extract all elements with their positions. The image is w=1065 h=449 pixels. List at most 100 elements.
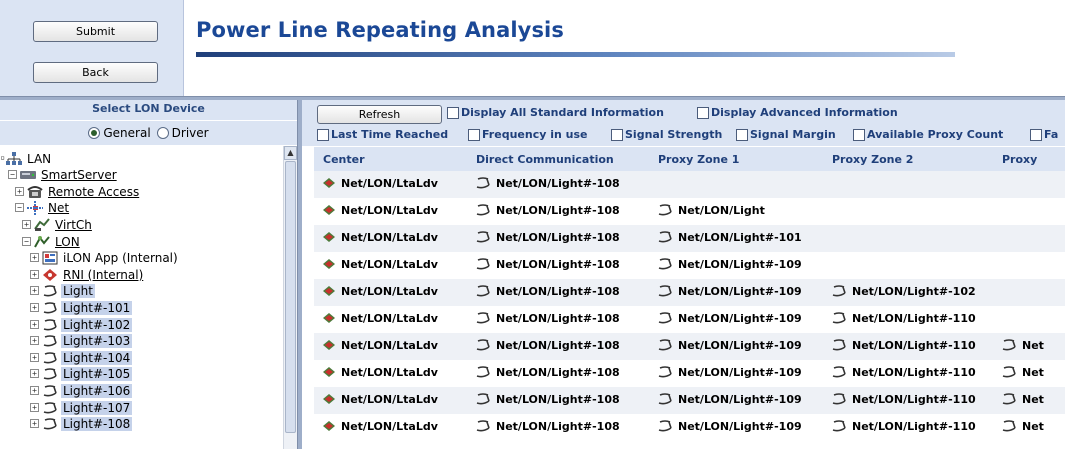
- tree-item-ilon-app[interactable]: + iLON App (Internal): [30, 249, 180, 266]
- tree-item-lon[interactable]: − LON: [22, 233, 82, 250]
- device-reference[interactable]: Net/LON/LtaLdv: [322, 339, 438, 352]
- device-reference[interactable]: Net: [1001, 393, 1044, 406]
- table-row[interactable]: Net/LON/LtaLdv Net/LON/Light#-108 Net/LON/…: [314, 333, 1065, 360]
- device-reference[interactable]: Net/LON/Light#-109: [657, 366, 802, 379]
- device-reference[interactable]: Net/LON/Light#-102: [831, 285, 976, 298]
- table-row[interactable]: Net/LON/LtaLdv Net/LON/Light#-108: [314, 171, 1065, 198]
- col-proxy-zone-3[interactable]: Proxy: [993, 147, 1065, 171]
- tree-item-light-106[interactable]: + Light#-106: [30, 382, 133, 399]
- expand-icon[interactable]: +: [22, 220, 31, 229]
- expand-icon[interactable]: +: [30, 386, 39, 395]
- device-reference[interactable]: Net/LON/LtaLdv: [322, 420, 438, 433]
- device-reference[interactable]: Net/LON/Light#-110: [831, 312, 976, 325]
- table-row[interactable]: Net/LON/LtaLdv Net/LON/Light#-108 Net/LON/…: [314, 279, 1065, 306]
- tree-item-virtch[interactable]: + VirtCh: [22, 216, 94, 233]
- device-reference[interactable]: Net/LON/Light#-108: [475, 258, 620, 271]
- option-signal-margin[interactable]: Signal Margin: [736, 128, 836, 141]
- back-button[interactable]: Back: [33, 62, 158, 83]
- scroll-thumb[interactable]: [285, 161, 296, 433]
- col-center[interactable]: Center: [314, 147, 467, 171]
- device-reference[interactable]: Net: [1001, 339, 1044, 352]
- table-row[interactable]: Net/LON/LtaLdv Net/LON/Light#-108 Net/LON/…: [314, 252, 1065, 279]
- expand-icon[interactable]: +: [30, 253, 39, 262]
- tree-item-light-107[interactable]: + Light#-107: [30, 399, 133, 416]
- checkbox-available-proxy-count[interactable]: [853, 128, 865, 141]
- tree-item-rni[interactable]: + RNI (Internal): [30, 266, 145, 283]
- device-reference[interactable]: Net/LON/LtaLdv: [322, 285, 438, 298]
- expand-icon[interactable]: +: [30, 353, 39, 362]
- device-reference[interactable]: Net/LON/Light#-108: [475, 393, 620, 406]
- table-row[interactable]: Net/LON/LtaLdv Net/LON/Light#-108 Net/LON/…: [314, 306, 1065, 333]
- expand-icon[interactable]: +: [30, 286, 39, 295]
- device-reference[interactable]: Net/LON/LtaLdv: [322, 366, 438, 379]
- device-reference[interactable]: Net/LON/Light#-109: [657, 393, 802, 406]
- tree-item-smartserver[interactable]: − SmartServer: [8, 166, 119, 183]
- tree-item-light[interactable]: + Light: [30, 282, 95, 299]
- option-fa-clipped[interactable]: Fa: [1030, 128, 1058, 141]
- device-reference[interactable]: Net/LON/Light#-110: [831, 366, 976, 379]
- radio-general-indicator[interactable]: [88, 127, 101, 139]
- radio-driver[interactable]: Driver: [156, 126, 209, 140]
- col-proxy-zone-2[interactable]: Proxy Zone 2: [823, 147, 993, 171]
- tree-item-light-103[interactable]: + Light#-103: [30, 332, 133, 349]
- expand-icon[interactable]: +: [30, 419, 39, 428]
- scroll-up-arrow-icon[interactable]: ▲: [284, 146, 297, 160]
- option-available-proxy-count[interactable]: Available Proxy Count: [853, 128, 1003, 141]
- refresh-button[interactable]: Refresh: [317, 105, 442, 124]
- checkbox-signal-margin[interactable]: [736, 128, 748, 141]
- option-signal-strength[interactable]: Signal Strength: [611, 128, 722, 141]
- tree-scrollbar[interactable]: ▲: [283, 146, 297, 449]
- collapse-icon[interactable]: ▫: [0, 154, 5, 163]
- checkbox-signal-strength[interactable]: [611, 128, 623, 141]
- expand-icon[interactable]: +: [30, 403, 39, 412]
- device-reference[interactable]: Net/LON/Light#-108: [475, 285, 620, 298]
- checkbox-display-all-standard[interactable]: [447, 106, 459, 119]
- device-reference[interactable]: Net/LON/Light#-108: [475, 231, 620, 244]
- checkbox-last-time-reached[interactable]: [317, 128, 329, 141]
- checkbox-display-advanced[interactable]: [697, 106, 709, 119]
- device-reference[interactable]: Net/LON/LtaLdv: [322, 393, 438, 406]
- device-reference[interactable]: Net/LON/Light#-110: [831, 393, 976, 406]
- tree-item-light-105[interactable]: + Light#-105: [30, 365, 133, 382]
- device-reference[interactable]: Net/LON/Light#-109: [657, 312, 802, 325]
- checkbox-fa-clipped[interactable]: [1030, 128, 1042, 141]
- device-reference[interactable]: Net/LON/Light#-109: [657, 258, 802, 271]
- device-reference[interactable]: Net/LON/Light#-109: [657, 339, 802, 352]
- expand-icon[interactable]: +: [15, 187, 24, 196]
- device-reference[interactable]: Net: [1001, 420, 1044, 433]
- device-reference[interactable]: Net/LON/Light#-108: [475, 177, 620, 190]
- device-reference[interactable]: Net: [1001, 366, 1044, 379]
- device-reference[interactable]: Net/LON/Light: [657, 204, 765, 217]
- tree-item-light-108[interactable]: + Light#-108: [30, 415, 133, 432]
- tree-item-remote-access[interactable]: + Remote Access: [15, 183, 141, 200]
- collapse-icon[interactable]: −: [8, 170, 17, 179]
- option-last-time-reached[interactable]: Last Time Reached: [317, 128, 448, 141]
- tree-item-light-102[interactable]: + Light#-102: [30, 316, 133, 333]
- expand-icon[interactable]: +: [30, 369, 39, 378]
- radio-driver-indicator[interactable]: [156, 127, 169, 139]
- device-reference[interactable]: Net/LON/Light#-110: [831, 420, 976, 433]
- collapse-icon[interactable]: −: [22, 237, 31, 246]
- device-reference[interactable]: Net/LON/LtaLdv: [322, 177, 438, 190]
- table-row[interactable]: Net/LON/LtaLdv Net/LON/Light#-108 Net/LON/…: [314, 225, 1065, 252]
- option-frequency-in-use[interactable]: Frequency in use: [468, 128, 587, 141]
- device-reference[interactable]: Net/LON/Light#-109: [657, 285, 802, 298]
- expand-icon[interactable]: +: [30, 320, 39, 329]
- device-reference[interactable]: Net/LON/LtaLdv: [322, 312, 438, 325]
- device-reference[interactable]: Net/LON/LtaLdv: [322, 258, 438, 271]
- device-reference[interactable]: Net/LON/Light#-108: [475, 339, 620, 352]
- table-row[interactable]: Net/LON/LtaLdv Net/LON/Light#-108 Net/LON/…: [314, 198, 1065, 225]
- expand-icon[interactable]: +: [30, 303, 39, 312]
- tree-item-lan[interactable]: ▫ LAN: [0, 150, 53, 167]
- option-display-all-standard[interactable]: Display All Standard Information: [447, 106, 664, 119]
- device-reference[interactable]: Net/LON/LtaLdv: [322, 231, 438, 244]
- device-reference[interactable]: Net/LON/Light#-101: [657, 231, 802, 244]
- checkbox-frequency-in-use[interactable]: [468, 128, 480, 141]
- expand-icon[interactable]: +: [30, 270, 39, 279]
- col-proxy-zone-1[interactable]: Proxy Zone 1: [649, 147, 823, 171]
- table-row[interactable]: Net/LON/LtaLdv Net/LON/Light#-108 Net/LON/…: [314, 360, 1065, 387]
- tree-item-net[interactable]: − Net: [15, 199, 71, 216]
- device-reference[interactable]: Net/LON/Light#-108: [475, 312, 620, 325]
- submit-button[interactable]: Submit: [33, 21, 158, 42]
- tree-item-light-101[interactable]: + Light#-101: [30, 299, 133, 316]
